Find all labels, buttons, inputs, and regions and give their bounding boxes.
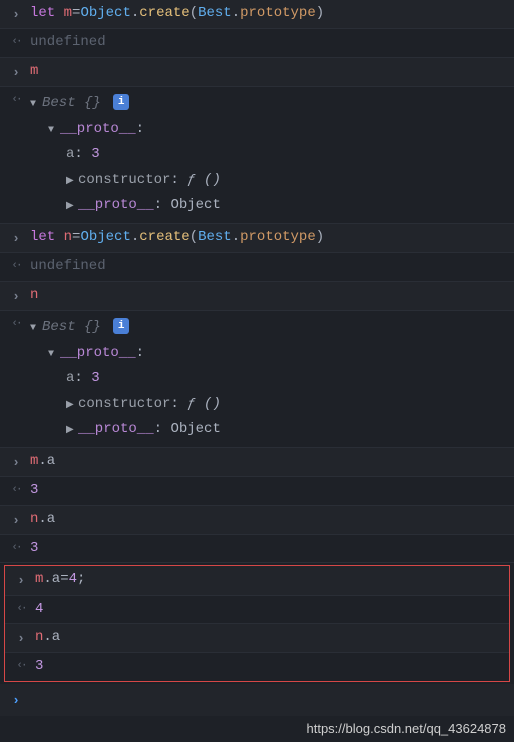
- highlighted-region: m.a=4; 4 n.a 3: [4, 565, 510, 682]
- identifier-m: m: [30, 63, 38, 79]
- console-input-row[interactable]: n: [0, 282, 514, 311]
- console-input-row[interactable]: let m=Object.create(Best.prototype): [0, 0, 514, 29]
- output-arrow-icon: [6, 481, 26, 498]
- console-output-row: undefined: [0, 253, 514, 282]
- console-input-row[interactable]: m: [0, 58, 514, 87]
- class-name: Best: [42, 95, 84, 111]
- console-input-row[interactable]: n.a: [5, 624, 509, 653]
- expand-toggle-icon[interactable]: [66, 175, 78, 189]
- output-arrow-icon: [6, 315, 26, 332]
- undefined-value: undefined: [30, 34, 106, 50]
- identifier-m: m: [55, 5, 72, 21]
- output-arrow-icon: [6, 257, 26, 274]
- proto-key: __proto__: [78, 197, 154, 213]
- devtools-console: let m=Object.create(Best.prototype) unde…: [0, 0, 514, 716]
- proto-key: __proto__: [60, 121, 136, 137]
- expand-toggle-icon[interactable]: [66, 200, 78, 214]
- input-arrow-icon: [6, 452, 26, 472]
- console-input-row[interactable]: n.a: [0, 506, 514, 535]
- console-input-row[interactable]: let n=Object.create(Best.prototype): [0, 224, 514, 253]
- object-Best: Best: [198, 5, 232, 21]
- input-arrow-icon: [6, 510, 26, 530]
- method-create: create: [139, 5, 189, 21]
- input-arrow-icon: [6, 62, 26, 82]
- console-output-row: Best {} i __proto__: a: 3 constructor: ƒ…: [0, 311, 514, 448]
- console-output-row: undefined: [0, 29, 514, 58]
- prompt-arrow-icon: [6, 690, 26, 710]
- console-output-row: 3: [5, 653, 509, 681]
- output-arrow-icon: [6, 91, 26, 108]
- input-arrow-icon: [6, 286, 26, 306]
- console-prompt[interactable]: [0, 684, 514, 716]
- console-output-row: Best {} i __proto__: a: 3 constructor: ƒ…: [0, 87, 514, 224]
- property-constructor: constructor: [78, 172, 170, 188]
- number-value: 4: [35, 601, 43, 617]
- expand-toggle-icon[interactable]: [48, 124, 60, 138]
- code-line: let n=Object.create(Best.prototype): [26, 228, 508, 248]
- output-arrow-icon: [11, 600, 31, 617]
- info-icon[interactable]: i: [113, 94, 129, 110]
- console-output-row: 3: [0, 477, 514, 506]
- number-value: 3: [91, 146, 99, 162]
- identifier-n: n: [30, 287, 38, 303]
- console-input-row[interactable]: m.a=4;: [5, 566, 509, 595]
- console-output-row: 4: [5, 596, 509, 625]
- code-line: let m=Object.create(Best.prototype): [26, 4, 508, 24]
- output-arrow-icon: [6, 539, 26, 556]
- expand-toggle-icon[interactable]: [30, 322, 42, 336]
- input-arrow-icon: [6, 228, 26, 248]
- object-preview[interactable]: Best {} i __proto__: a: 3 constructor: ƒ…: [26, 91, 508, 219]
- identifier-n: n: [55, 229, 72, 245]
- output-arrow-icon: [6, 33, 26, 50]
- expand-toggle-icon[interactable]: [48, 348, 60, 362]
- console-input-row[interactable]: m.a: [0, 448, 514, 477]
- input-arrow-icon: [11, 628, 31, 648]
- output-arrow-icon: [11, 657, 31, 674]
- input-arrow-icon: [6, 4, 26, 24]
- prop-prototype: prototype: [240, 5, 316, 21]
- watermark-text: https://blog.csdn.net/qq_43624878: [0, 716, 514, 742]
- object-Object: Object: [80, 5, 130, 21]
- keyword-let: let: [30, 5, 55, 21]
- expand-toggle-icon[interactable]: [66, 424, 78, 438]
- object-preview[interactable]: Best {} i __proto__: a: 3 constructor: ƒ…: [26, 315, 508, 443]
- number-value: 3: [30, 482, 38, 498]
- object-value: Object: [170, 197, 220, 213]
- info-icon[interactable]: i: [113, 318, 129, 334]
- expand-toggle-icon[interactable]: [66, 399, 78, 413]
- function-value: ƒ (): [187, 172, 221, 188]
- expand-toggle-icon[interactable]: [30, 98, 42, 112]
- input-arrow-icon: [11, 570, 31, 590]
- console-output-row: 3: [0, 535, 514, 564]
